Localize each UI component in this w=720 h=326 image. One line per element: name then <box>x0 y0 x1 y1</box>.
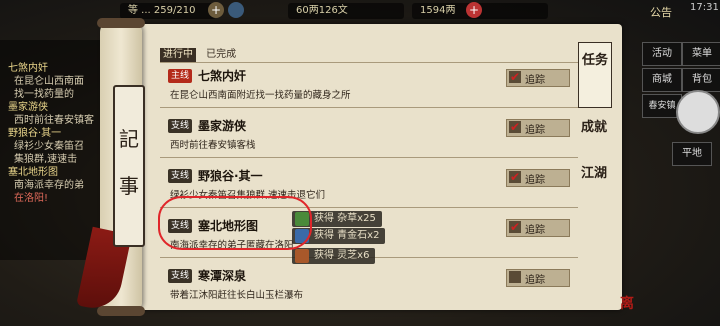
shop-button[interactable]: 商城 <box>642 68 682 92</box>
tracker-desc-4: 绿衫少女秦笛召 <box>14 141 84 152</box>
check-icon: ✔ <box>509 120 521 134</box>
check-icon: ✔ <box>509 170 521 184</box>
svg-text:离: 离 <box>620 295 634 312</box>
quest-tag: 支线 <box>168 269 193 283</box>
check-icon: ✔ <box>509 70 521 84</box>
tab-in-progress[interactable]: 进行中 <box>160 48 196 62</box>
tracker-desc-3: 西时前往春安镇客 <box>14 115 94 126</box>
add-silver-button[interactable]: + <box>466 2 482 18</box>
reward-label: 获得 青金石x2 <box>314 230 380 241</box>
tracker-desc-2: 找一找药量的 <box>14 89 74 100</box>
tracker-title-1[interactable]: 七煞内奸 <box>8 62 100 75</box>
journal-title-char-2: 事 <box>119 174 139 198</box>
quest-title: 野狼谷·其一 <box>198 169 263 183</box>
track-toggle[interactable]: ✔ 追踪 <box>506 119 570 137</box>
bag-button[interactable]: 背包 <box>682 68 720 92</box>
journal-title-char-1: 記 <box>119 127 139 151</box>
coin-icon <box>228 2 244 18</box>
notice-button[interactable]: 公告 <box>650 4 672 20</box>
quest-row[interactable]: 支线 墨家游侠 西时前往春安镇客栈 ✔ 追踪 <box>160 113 578 158</box>
add-energy-button[interactable]: + <box>208 2 224 18</box>
track-label: 追踪 <box>525 225 545 236</box>
left-quest-tracker: 七煞内奸 在昆仑山西南面 找一找药量的 墨家游侠 西时前往春安镇客 野狼谷·其一… <box>0 40 100 260</box>
top-resource-bar: 等 ... 259/210 + 60两126文 1594两 + <box>120 0 600 22</box>
tracker-title-4[interactable]: 塞北地形图 <box>8 166 100 179</box>
quest-tag: 支线 <box>168 119 193 133</box>
terrain-label: 平地 <box>672 142 712 166</box>
scroll-bottom-cap <box>97 306 145 316</box>
track-toggle[interactable]: ✔ 追踪 <box>506 169 570 187</box>
reward-tooltip-3: 获得 灵芝x6 <box>292 248 376 264</box>
tab-quests[interactable]: 任务 <box>578 42 612 108</box>
track-label: 追踪 <box>525 75 545 86</box>
clock-text: 17:31 <box>690 2 719 13</box>
scroll-top-cap <box>97 18 145 28</box>
quest-row[interactable]: 支线 寒潭深泉 带着江沐阳赶往长白山玉栏瀑布 ✔ 追踪 <box>160 263 578 307</box>
tracker-desc-5: 集狼群,速速击 <box>14 154 78 165</box>
logo-mark-icon: 离 <box>620 295 634 312</box>
status-tabs: 进行中 已完成 <box>160 42 241 62</box>
reward-label: 获得 杂草x25 <box>314 213 376 224</box>
unchecked-box-icon: ✔ <box>509 271 521 283</box>
journal-title-plaque: 記 事 <box>113 85 145 247</box>
track-label: 追踪 <box>525 275 545 286</box>
track-toggle[interactable]: ✔ 追踪 <box>506 219 570 237</box>
quest-title: 七煞内奸 <box>198 69 247 83</box>
resource-money: 60两126文 <box>288 3 404 19</box>
reward-label: 获得 灵芝x6 <box>314 250 370 261</box>
menu-button[interactable]: 菜单 <box>682 42 720 66</box>
tracker-desc-6: 南海派幸存的弟 <box>14 180 84 191</box>
track-label: 追踪 <box>525 125 545 136</box>
quest-list: 主线 七煞内奸 在昆仑山西南面附近找一找药量的藏身之所 ✔ 追踪 支线 墨家游侠 … <box>160 62 578 312</box>
tracker-title-3[interactable]: 野狼谷·其一 <box>8 127 100 140</box>
track-toggle[interactable]: ✔ 追踪 <box>506 269 570 287</box>
game-logo: 离 <box>618 288 648 321</box>
quest-desc: 在昆仑山西南面附近找一找药量的藏身之所 <box>170 90 351 101</box>
resource-energy: 等 ... 259/210 <box>120 3 216 19</box>
track-label: 追踪 <box>525 175 545 186</box>
tracker-desc-1: 在昆仑山西南面 <box>14 76 84 87</box>
tracker-title-2[interactable]: 墨家游侠 <box>8 101 100 114</box>
action-circle-button[interactable] <box>676 90 720 134</box>
quest-desc: 带着江沐阳赶往长白山玉栏瀑布 <box>170 290 304 301</box>
check-icon: ✔ <box>509 220 521 234</box>
tab-completed[interactable]: 已完成 <box>203 48 239 62</box>
quest-title: 墨家游侠 <box>198 119 247 133</box>
quest-desc: 西时前往春安镇客栈 <box>170 140 256 151</box>
quest-tag: 支线 <box>168 169 193 183</box>
quest-tag: 主线 <box>168 69 193 83</box>
quest-row[interactable]: 主线 七煞内奸 在昆仑山西南面附近找一找药量的藏身之所 ✔ 追踪 <box>160 62 578 108</box>
highlight-circle <box>158 196 312 250</box>
tracker-desc-7: 在洛阳! <box>14 193 49 204</box>
tab-jianghu[interactable]: 江湖 <box>578 148 610 202</box>
activity-button[interactable]: 活动 <box>642 42 682 66</box>
quest-title: 寒潭深泉 <box>198 269 247 283</box>
track-toggle[interactable]: ✔ 追踪 <box>506 69 570 87</box>
mushroom-icon <box>295 249 309 263</box>
